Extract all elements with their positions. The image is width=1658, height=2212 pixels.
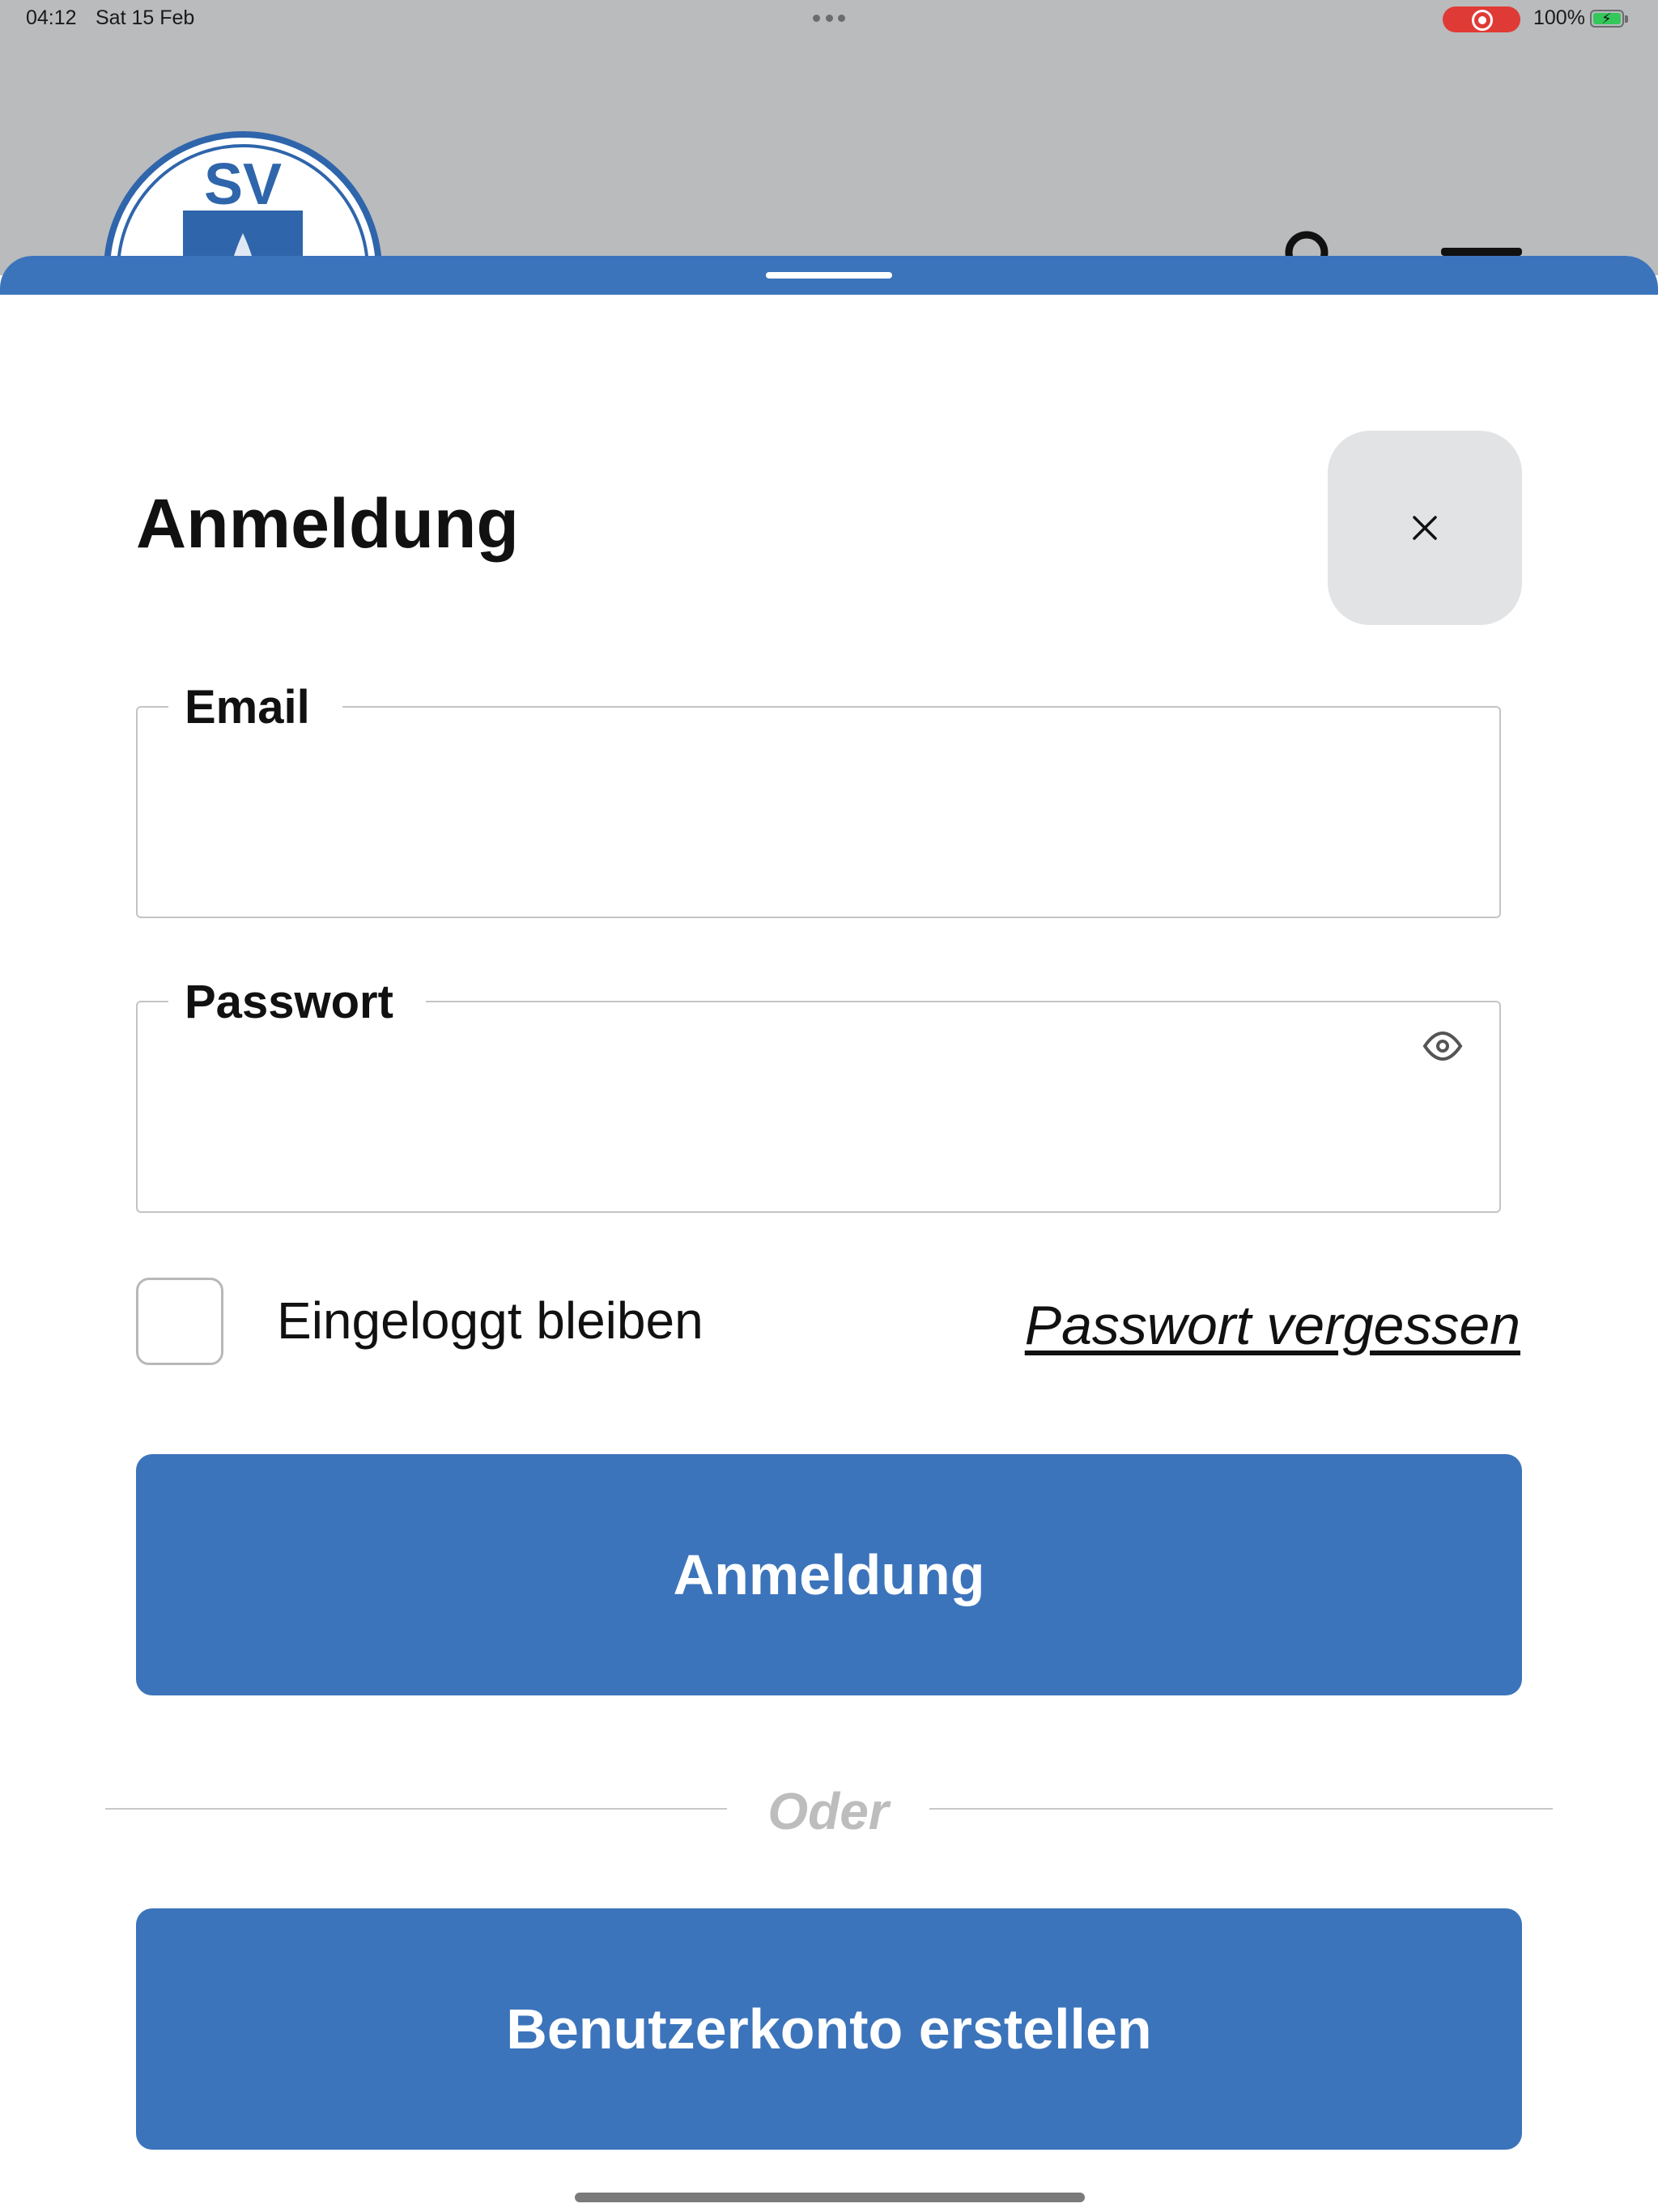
status-bar: 04:12 Sat 15 Feb 100% ⚡ [0, 0, 1658, 39]
status-time: 04:12 [26, 6, 77, 29]
remember-me-label: Eingeloggt bleiben [277, 1291, 704, 1350]
status-date: Sat 15 Feb [96, 6, 195, 29]
email-field[interactable]: Email [136, 684, 1501, 918]
email-label: Email [168, 684, 342, 731]
screen-recording-indicator[interactable] [1443, 6, 1520, 32]
charging-bolt-icon: ⚡ [1601, 11, 1612, 27]
sheet-grabber-handle[interactable] [766, 272, 892, 279]
sheet-header [0, 256, 1658, 295]
login-button[interactable]: Anmeldung [136, 1454, 1522, 1695]
remember-me-checkbox[interactable] [136, 1278, 223, 1365]
menu-icon[interactable] [1441, 248, 1522, 256]
forgot-password-link[interactable]: Passwort vergessen [1025, 1294, 1520, 1357]
register-button[interactable]: Benutzerkonto erstellen [136, 1908, 1522, 2150]
background-page: 04:12 Sat 15 Feb 100% ⚡ SV [0, 0, 1658, 410]
record-icon [1472, 10, 1493, 31]
email-input[interactable] [170, 781, 1404, 879]
login-sheet: Anmeldung Email Passwort Eingeloggt blei… [0, 256, 1658, 2212]
eye-icon[interactable] [1420, 1023, 1465, 1069]
close-icon [1413, 516, 1437, 540]
multitasking-dots-icon[interactable] [813, 15, 845, 24]
home-indicator[interactable] [575, 2193, 1085, 2202]
password-field[interactable]: Passwort [136, 979, 1501, 1213]
divider-line-left [105, 1808, 727, 1810]
password-input[interactable] [170, 1075, 1404, 1174]
logo-text: SV [204, 152, 282, 217]
battery-percentage: 100% [1533, 6, 1585, 29]
password-label: Passwort [168, 979, 426, 1026]
divider-text: Oder [767, 1782, 889, 1840]
dialog-title: Anmeldung [136, 485, 519, 563]
divider-line-right [929, 1808, 1553, 1810]
close-button[interactable] [1328, 431, 1522, 625]
battery-icon: ⚡ [1590, 10, 1628, 28]
